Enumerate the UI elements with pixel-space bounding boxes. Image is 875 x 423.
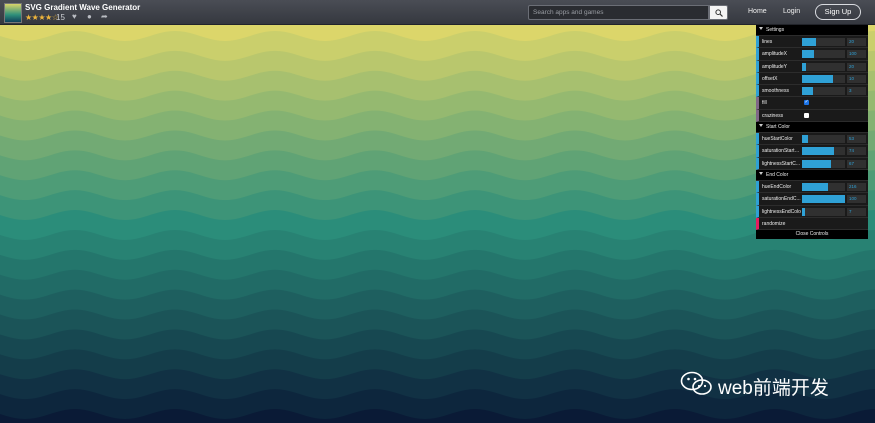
chevron-down-icon bbox=[759, 124, 763, 128]
number-input[interactable]: 216 bbox=[847, 182, 866, 191]
slider-fill bbox=[802, 147, 834, 156]
control-label: smoothness bbox=[762, 88, 789, 95]
number-input[interactable]: 7 bbox=[847, 207, 866, 216]
app-thumbnail[interactable] bbox=[4, 3, 22, 23]
slider-track[interactable] bbox=[802, 182, 845, 191]
slider-fill bbox=[802, 87, 813, 96]
nav-login-link[interactable]: Login bbox=[783, 8, 800, 15]
wave-canvas bbox=[0, 25, 875, 423]
rating-stars[interactable]: ★★★★☆ bbox=[25, 13, 59, 22]
slider-fill bbox=[802, 50, 815, 59]
controls-panel: Settings lines 20 amplitudeX 100 amplitudeY 2… bbox=[756, 25, 868, 240]
slider-track[interactable] bbox=[802, 38, 845, 46]
watermark: web前端开发 bbox=[680, 371, 829, 400]
control-label: saturationEndC... bbox=[762, 196, 801, 203]
chevron-down-icon bbox=[759, 171, 763, 175]
rating-count: 15 bbox=[56, 13, 65, 22]
checkbox[interactable] bbox=[804, 112, 809, 118]
slider-fill bbox=[802, 182, 828, 191]
chevron-down-icon bbox=[759, 27, 763, 30]
number-input[interactable]: 10 bbox=[847, 74, 866, 83]
slider-row-saturationstartc[interactable]: saturationStartC... 74 bbox=[756, 145, 868, 158]
slider-track[interactable] bbox=[802, 159, 845, 168]
app-title[interactable]: SVG Gradient Wave Generator bbox=[25, 3, 140, 12]
share-icon[interactable]: ➦ bbox=[101, 12, 108, 21]
wechat-icon bbox=[680, 371, 712, 395]
slider-row-amplitudey[interactable]: amplitudeY 20 bbox=[756, 60, 868, 73]
control-label: offsetX bbox=[762, 75, 778, 82]
settings-folder-title[interactable]: Settings bbox=[756, 25, 868, 36]
control-label: hueEndColor bbox=[762, 183, 792, 190]
control-label: saturationStartC... bbox=[762, 148, 802, 155]
number-input[interactable]: 67 bbox=[847, 159, 866, 168]
slider-track[interactable] bbox=[802, 195, 845, 204]
search-icon bbox=[715, 9, 723, 17]
randomize-button[interactable]: randomize bbox=[756, 217, 868, 231]
slider-row-lightnessstartc[interactable]: lightnessStartC... 67 bbox=[756, 157, 868, 170]
close-controls-button[interactable]: Close Controls bbox=[756, 230, 868, 240]
slider-fill bbox=[802, 62, 807, 71]
slider-row-smoothness[interactable]: smoothness 3 bbox=[756, 85, 868, 98]
slider-fill bbox=[802, 159, 831, 168]
slider-row-amplitudex[interactable]: amplitudeX 100 bbox=[756, 48, 868, 61]
number-input[interactable]: 3 bbox=[847, 87, 866, 96]
start-color-folder-title[interactable]: Start Color bbox=[756, 122, 868, 134]
slider-fill bbox=[802, 74, 834, 83]
nav-home-link[interactable]: Home bbox=[748, 8, 767, 15]
slider-row-hueendcolor[interactable]: hueEndColor 216 bbox=[756, 180, 868, 194]
control-label: fill bbox=[762, 100, 767, 107]
number-input[interactable]: 74 bbox=[847, 147, 866, 156]
control-label: amplitudeY bbox=[762, 63, 788, 70]
control-label: craziness bbox=[762, 112, 784, 119]
slider-row-offsetx[interactable]: offsetX 10 bbox=[756, 72, 868, 86]
info-icon[interactable]: ● bbox=[87, 12, 92, 21]
control-label: amplitudeX bbox=[762, 51, 788, 58]
slider-row-saturationendc[interactable]: saturationEndC... 100 bbox=[756, 193, 868, 206]
number-input[interactable]: 20 bbox=[847, 62, 866, 71]
slider-fill bbox=[802, 195, 845, 204]
slider-track[interactable] bbox=[802, 50, 845, 59]
slider-track[interactable] bbox=[802, 74, 845, 83]
checkbox[interactable] bbox=[804, 99, 809, 106]
slider-fill bbox=[802, 207, 805, 216]
control-label: lines bbox=[762, 39, 773, 45]
slider-row-lightnessendcolo[interactable]: lightnessEndColo 7 bbox=[756, 205, 868, 218]
slider-track[interactable] bbox=[802, 87, 845, 96]
control-label: lightnessEndColo bbox=[762, 208, 801, 215]
watermark-text: web前端开发 bbox=[718, 378, 829, 399]
control-label: lightnessStartC... bbox=[762, 160, 801, 167]
signup-button[interactable]: Sign Up bbox=[815, 4, 861, 20]
toggle-row-craziness[interactable]: craziness bbox=[756, 109, 868, 123]
control-label: hueStartColor bbox=[762, 136, 793, 143]
end-color-folder-title[interactable]: End Color bbox=[756, 169, 868, 181]
slider-row-huestartcolor[interactable]: hueStartColor 53 bbox=[756, 133, 868, 146]
number-input[interactable]: 100 bbox=[847, 195, 866, 204]
slider-track[interactable] bbox=[802, 147, 845, 156]
slider-fill bbox=[802, 135, 809, 144]
number-input[interactable]: 20 bbox=[847, 38, 866, 46]
slider-track[interactable] bbox=[802, 62, 845, 71]
slider-fill bbox=[802, 38, 816, 46]
slider-track[interactable] bbox=[802, 135, 845, 144]
slider-row-lines[interactable]: lines 20 bbox=[756, 36, 868, 49]
number-input[interactable]: 53 bbox=[847, 135, 866, 144]
search-button[interactable] bbox=[709, 5, 728, 20]
top-bar: SVG Gradient Wave Generator ★★★★☆ 15 ♥ ●… bbox=[0, 0, 875, 25]
heart-icon[interactable]: ♥ bbox=[72, 12, 77, 21]
slider-track[interactable] bbox=[802, 207, 845, 216]
toggle-row-fill[interactable]: fill bbox=[756, 97, 868, 110]
number-input[interactable]: 100 bbox=[847, 50, 866, 59]
search-input[interactable] bbox=[528, 5, 709, 20]
